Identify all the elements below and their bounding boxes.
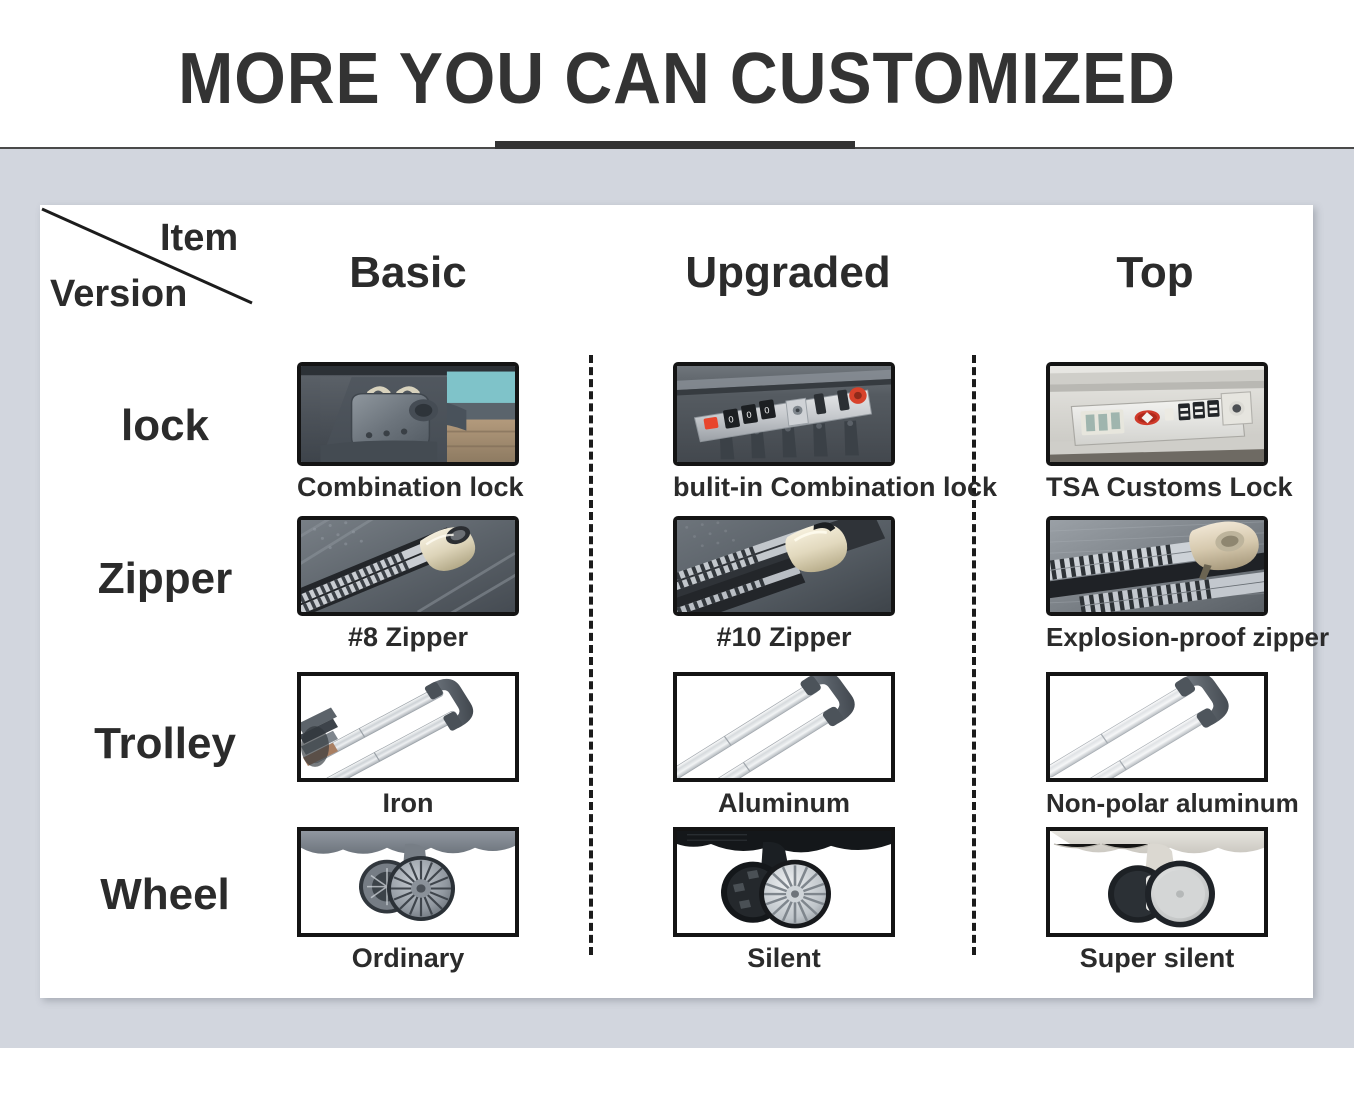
caption-zipper-upgraded: #10 Zipper — [716, 622, 852, 652]
cell-lock-upgraded: 000 bulit-in Combination lock — [673, 362, 997, 503]
caption-wheel-upgraded: Silent — [747, 943, 821, 973]
row-label-zipper: Zipper — [97, 554, 233, 603]
non-polar-aluminum-trolley-photo — [1046, 672, 1268, 782]
column-divider-2 — [972, 355, 976, 955]
page-title: MORE YOU CAN CUSTOMIZED — [178, 39, 1176, 119]
corner-header-cell: Item Version — [40, 205, 280, 325]
column-divider-1 — [589, 355, 593, 955]
silent-wheel-photo — [673, 827, 895, 937]
caption-trolley-upgraded: Aluminum — [718, 788, 850, 818]
iron-trolley-photo — [297, 672, 519, 782]
row-label-lock: lock — [120, 401, 210, 450]
cell-zipper-basic: #8 Zipper — [297, 516, 519, 653]
aluminum-trolley-photo — [673, 672, 895, 782]
cell-trolley-upgraded: Aluminum — [673, 672, 895, 819]
caption-zipper-top: Explosion-proof zipper — [1046, 622, 1330, 652]
corner-version-label: Version — [50, 273, 188, 315]
explosion-proof-zipper-photo — [1046, 516, 1268, 616]
super-silent-wheel-photo — [1046, 827, 1268, 937]
title-zone: MORE YOU CAN CUSTOMIZED — [0, 0, 1354, 148]
infographic-root: MORE YOU CAN CUSTOMIZED Item Version Bas… — [0, 0, 1354, 1102]
column-header-top: Top — [1116, 247, 1194, 297]
caption-trolley-basic: Iron — [382, 788, 434, 818]
cell-zipper-top: Explosion-proof zipper — [1046, 516, 1330, 653]
cell-trolley-basic: Iron — [297, 672, 519, 819]
column-header-basic: Basic — [349, 247, 467, 297]
cell-zipper-upgraded: #10 Zipper — [673, 516, 895, 653]
zipper-8-photo — [297, 516, 519, 616]
comparison-table: Item Version Basic Upgraded Top lock Zip… — [40, 205, 1330, 998]
cell-lock-basic: Combination lock — [297, 362, 524, 503]
cell-lock-top: TSA Customs Lock — [1046, 362, 1293, 503]
ordinary-wheel-photo — [297, 827, 519, 937]
cell-wheel-upgraded: Silent — [673, 827, 895, 974]
caption-zipper-basic: #8 Zipper — [347, 622, 469, 652]
caption-lock-upgraded: bulit-in Combination lock — [673, 472, 997, 502]
caption-trolley-top: Non-polar aluminum — [1046, 788, 1299, 818]
caption-wheel-basic: Ordinary — [351, 943, 465, 973]
caption-lock-top: TSA Customs Lock — [1046, 472, 1293, 502]
column-header-upgraded: Upgraded — [685, 247, 891, 297]
zipper-10-photo — [673, 516, 895, 616]
padlock-photo — [297, 362, 519, 466]
row-label-wheel: Wheel — [100, 870, 230, 919]
caption-lock-basic: Combination lock — [297, 472, 524, 502]
tsa-lock-photo — [1046, 362, 1268, 466]
cell-trolley-top: Non-polar aluminum — [1046, 672, 1299, 819]
cell-wheel-top: Super silent — [1046, 827, 1268, 974]
caption-wheel-top: Super silent — [1079, 943, 1235, 973]
cell-wheel-basic: Ordinary — [297, 827, 519, 974]
comparison-panel: Item Version Basic Upgraded Top lock Zip… — [40, 205, 1330, 998]
builtin-combination-lock-photo: 000 — [673, 362, 895, 466]
row-label-trolley: Trolley — [94, 719, 236, 768]
